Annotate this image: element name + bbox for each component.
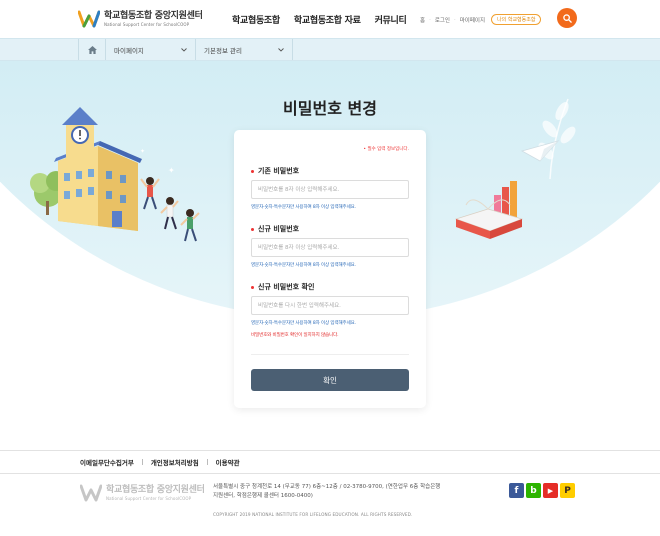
breadcrumb-label: 기본정보 관리 xyxy=(204,46,242,55)
nav-item-school-coop[interactable]: 학교협동조합 xyxy=(232,13,280,26)
confirm-password-hint: 영문자·숫자·특수문자만 사용하여 8자 이상 입력해주세요. xyxy=(251,321,356,326)
sns-links: f b ▶ P xyxy=(509,483,575,498)
kakao-icon[interactable]: P xyxy=(560,483,575,498)
current-password-label-text: 기존 비밀번호 xyxy=(258,167,300,175)
new-password-label: 신규 비밀번호 xyxy=(251,224,299,234)
search-button[interactable] xyxy=(557,8,577,28)
breadcrumb-select-basic-info[interactable]: 기본정보 관리 xyxy=(196,39,293,60)
current-password-hint: 영문자·숫자·특수문자만 사용하여 8자 이상 입력해주세요. xyxy=(251,205,356,210)
password-mismatch-error: 비밀번호와 비밀번호 확인이 일치하지 않습니다. xyxy=(251,333,339,338)
blog-icon[interactable]: b xyxy=(526,483,541,498)
footer-link-privacy[interactable]: 개인정보처리방침 xyxy=(151,457,199,467)
confirm-password-input[interactable] xyxy=(251,296,409,315)
facebook-icon[interactable]: f xyxy=(509,483,524,498)
footer-link-email-refusal[interactable]: 이메일무단수집거부 xyxy=(80,457,134,467)
util-home-link[interactable]: 홈 xyxy=(420,16,425,24)
chevron-down-icon xyxy=(181,47,187,52)
footer-address: 서울특별시 중구 청계천로 14 (무교동 77) 6층~12층 / 02-37… xyxy=(213,484,441,499)
footer-logo-title: 학교협동조합 중앙지원센터 xyxy=(106,485,205,495)
confirm-button[interactable]: 확인 xyxy=(251,369,409,391)
logo-mark-icon xyxy=(79,484,103,502)
site-footer: 학교협동조합 중앙지원센터 National Support Center fo… xyxy=(0,474,660,536)
school-illustration: ✦ ✦ xyxy=(30,107,200,242)
site-logo[interactable]: 학교협동조합 중앙지원센터 National Support Center fo… xyxy=(77,10,203,28)
footer-logo-subtitle: National Support Center for SchoolCOOP xyxy=(106,496,192,501)
util-mypage-link[interactable]: 마이페이지 xyxy=(460,16,485,24)
footer-link-separator xyxy=(141,459,143,465)
svg-text:✦: ✦ xyxy=(168,166,175,175)
home-icon xyxy=(87,45,97,54)
paper-plane-icon xyxy=(520,140,560,162)
youtube-icon[interactable]: ▶ xyxy=(543,483,558,498)
confirm-password-label-text: 신규 비밀번호 확인 xyxy=(258,283,315,291)
page-title: 비밀번호 변경 xyxy=(283,99,377,118)
footer-links: 이메일무단수집거부 개인정보처리방침 이용약관 xyxy=(0,450,660,474)
current-password-label: 기존 비밀번호 xyxy=(251,166,299,176)
home-button[interactable] xyxy=(78,39,106,60)
util-separator: · xyxy=(429,16,431,23)
util-login-link[interactable]: 로그인 xyxy=(435,16,450,24)
breadcrumb: 마이페이지 기본정보 관리 xyxy=(0,38,660,61)
nav-item-school-coop-data[interactable]: 학교협동조합 자료 xyxy=(294,13,361,26)
content-area: ✦ ✦ 비밀번호 변경 • 필수 입력 정보입니다. 기존 비밀번호 영문자·숫… xyxy=(0,61,660,450)
search-icon xyxy=(562,13,572,23)
logo-subtitle: National Support Center for SchoolCOOP xyxy=(104,22,190,27)
footer-copyright: COPYRIGHT 2019 NATIONAL INSTITUTE FOR LI… xyxy=(213,512,413,517)
site-header: 학교협동조합 중앙지원센터 National Support Center fo… xyxy=(0,0,660,38)
required-dot-icon xyxy=(251,285,254,289)
book-illustration xyxy=(454,181,524,239)
breadcrumb-label: 마이페이지 xyxy=(114,46,144,55)
footer-link-separator xyxy=(206,459,208,465)
footer-logo: 학교협동조합 중앙지원센터 National Support Center fo… xyxy=(79,484,205,502)
chevron-down-icon xyxy=(278,47,284,52)
logo-title: 학교협동조합 중앙지원센터 xyxy=(104,11,203,21)
breadcrumb-select-mypage[interactable]: 마이페이지 xyxy=(106,39,196,60)
svg-text:✦: ✦ xyxy=(140,148,145,155)
password-change-form: • 필수 입력 정보입니다. 기존 비밀번호 영문자·숫자·특수문자만 사용하여… xyxy=(234,130,426,408)
new-password-label-text: 신규 비밀번호 xyxy=(258,225,300,233)
new-password-input[interactable] xyxy=(251,238,409,257)
confirm-password-label: 신규 비밀번호 확인 xyxy=(251,282,314,292)
required-note: • 필수 입력 정보입니다. xyxy=(363,147,409,152)
current-password-input[interactable] xyxy=(251,180,409,199)
required-dot-icon xyxy=(251,227,254,231)
form-divider xyxy=(251,354,409,355)
footer-link-terms[interactable]: 이용약관 xyxy=(216,457,240,467)
utility-menu: 홈 · 로그인 · 마이페이지 나의 학교협동조합 xyxy=(420,14,542,25)
main-nav: 학교협동조합 학교협동조합 자료 커뮤니티 xyxy=(232,13,407,26)
nav-item-community[interactable]: 커뮤니티 xyxy=(375,13,407,26)
logo-mark-icon xyxy=(77,10,101,28)
my-coop-button[interactable]: 나의 학교협동조합 xyxy=(491,14,542,25)
util-separator: · xyxy=(454,16,456,23)
new-password-hint: 영문자·숫자·특수문자만 사용하여 8자 이상 입력해주세요. xyxy=(251,263,356,268)
required-dot-icon xyxy=(251,169,254,173)
